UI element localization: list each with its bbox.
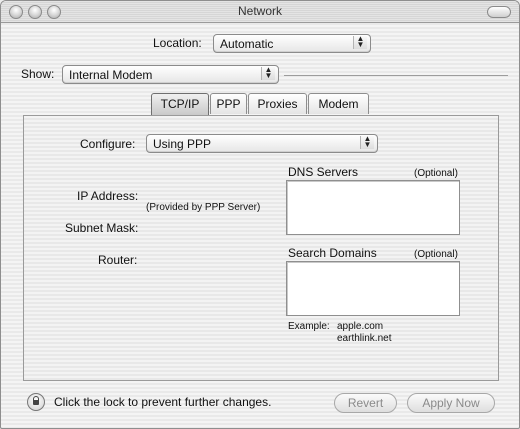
- show-label: Show:: [21, 67, 55, 81]
- location-label: Location:: [153, 36, 202, 50]
- configure-value: Using PPP: [153, 137, 212, 151]
- subnet-mask-label: Subnet Mask:: [65, 221, 139, 235]
- tab-modem[interactable]: Modem: [308, 93, 369, 114]
- apply-now-button[interactable]: Apply Now: [407, 393, 495, 413]
- search-domains-label: Search Domains: [288, 246, 377, 260]
- example-line1: apple.com: [337, 321, 384, 332]
- search-domains-field[interactable]: [286, 261, 460, 316]
- ip-address-label: IP Address:: [77, 189, 139, 203]
- lock-message: Click the lock to prevent further change…: [54, 395, 272, 409]
- location-popup[interactable]: Automatic ▲ ▼: [213, 34, 371, 53]
- dns-servers-field[interactable]: [286, 180, 460, 235]
- example-label: Example:: [288, 321, 330, 332]
- revert-button[interactable]: Revert: [334, 393, 397, 413]
- dns-servers-label: DNS Servers: [288, 165, 359, 179]
- show-value: Internal Modem: [69, 68, 153, 82]
- tab-tcpip[interactable]: TCP/IP: [151, 93, 209, 115]
- tcpip-panel: [23, 115, 499, 381]
- show-popup[interactable]: Internal Modem ▲ ▼: [62, 65, 279, 84]
- configure-popup[interactable]: Using PPP ▲ ▼: [146, 134, 378, 153]
- show-divider: [284, 75, 508, 76]
- configure-label: Configure:: [80, 137, 136, 151]
- window-title: Network: [237, 4, 282, 18]
- toolbar-toggle-button[interactable]: [487, 6, 511, 18]
- lock-icon[interactable]: [27, 393, 45, 411]
- router-label: Router:: [98, 253, 138, 267]
- popup-arrows-icon: ▲ ▼: [353, 35, 367, 49]
- tab-proxies[interactable]: Proxies: [248, 93, 307, 114]
- search-domains-optional: (Optional): [414, 249, 458, 260]
- popup-arrows-icon: ▲ ▼: [360, 135, 374, 149]
- dns-optional: (Optional): [414, 168, 458, 179]
- title-bar: Network: [1, 1, 519, 23]
- popup-arrows-icon: ▲ ▼: [261, 66, 275, 80]
- example-line2: earthlink.net: [337, 333, 392, 344]
- provided-note: (Provided by PPP Server): [146, 202, 261, 213]
- location-value: Automatic: [220, 37, 274, 51]
- network-window: Network Location: Automatic ▲ ▼ Show: Int…: [0, 0, 520, 429]
- tab-ppp[interactable]: PPP: [210, 93, 247, 114]
